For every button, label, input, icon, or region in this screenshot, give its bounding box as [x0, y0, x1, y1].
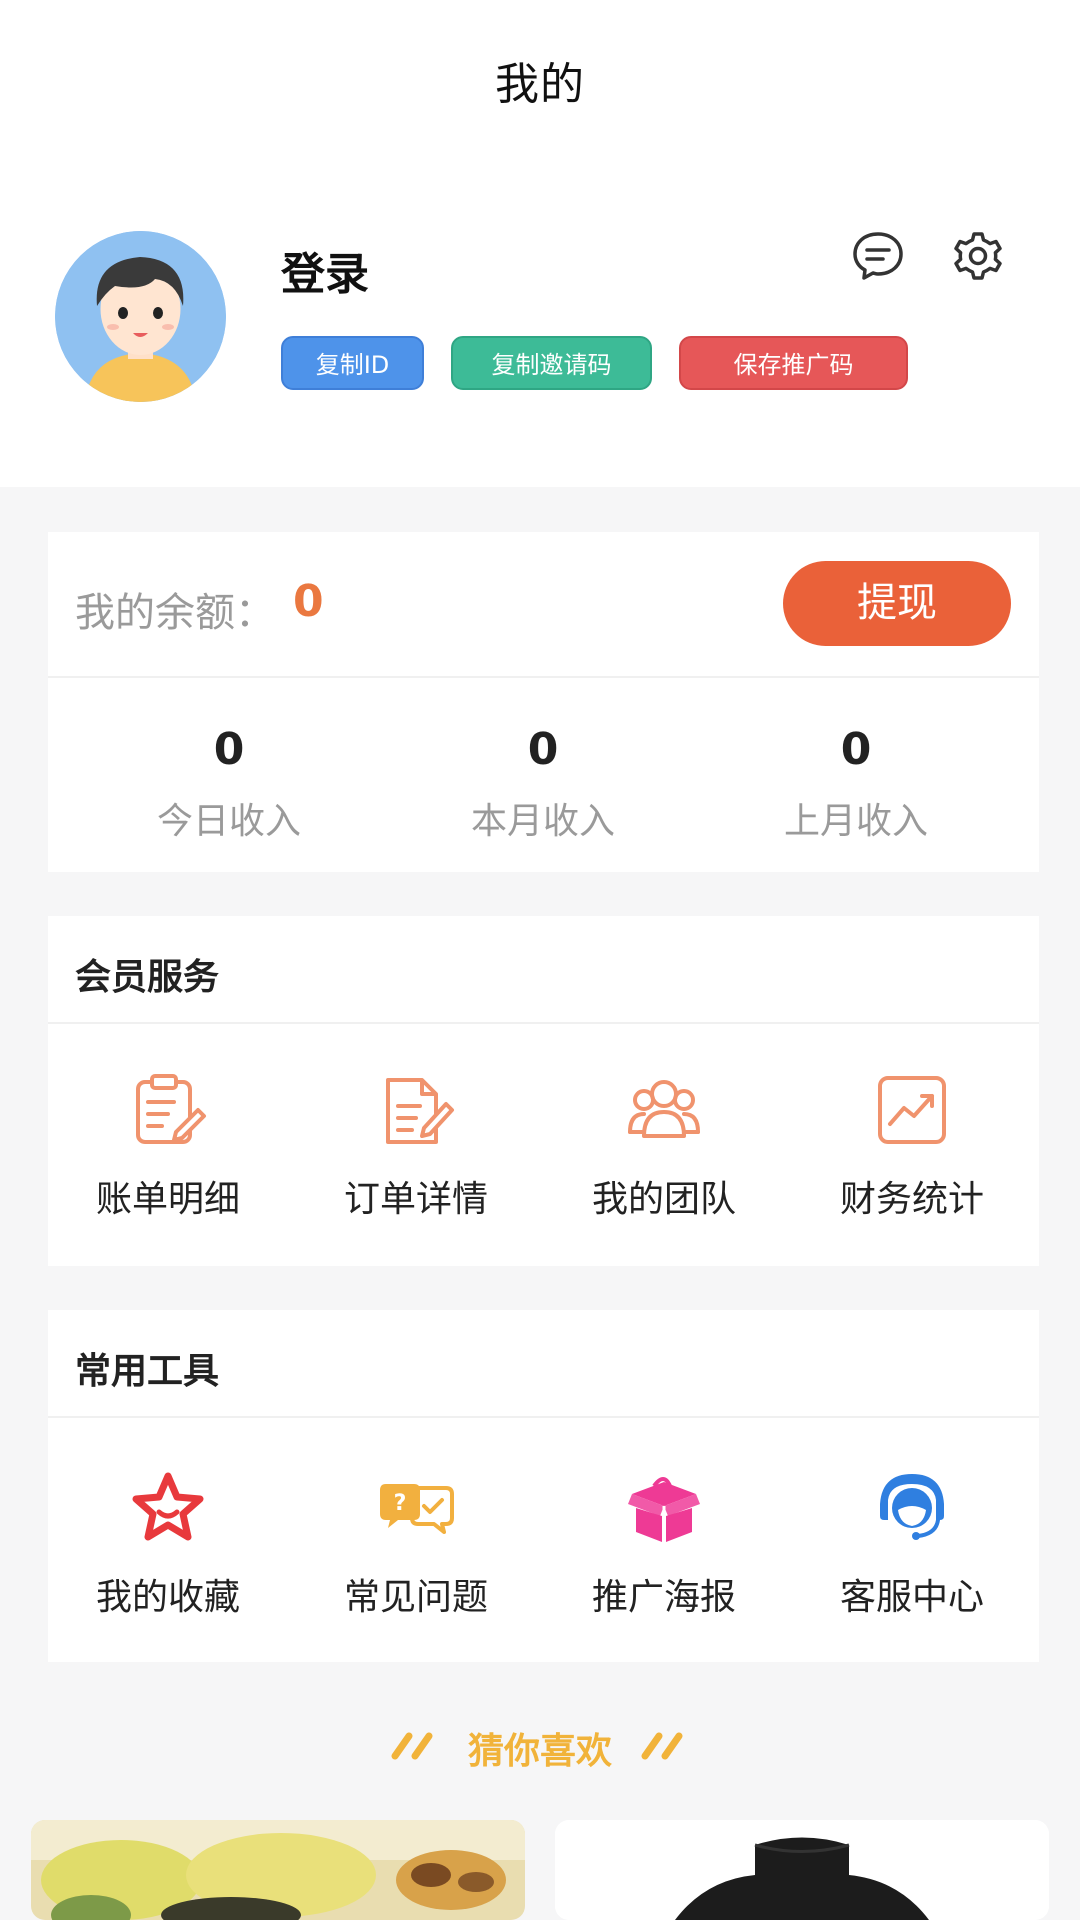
item-label: 财务统计: [839, 1179, 984, 1220]
stat-value: 0: [213, 724, 245, 775]
avatar-illustration: [55, 231, 226, 402]
divider: [48, 1416, 1039, 1418]
faq-icon: ?: [376, 1468, 456, 1548]
copy-id-button[interactable]: 复制ID: [281, 336, 424, 390]
chart-icon: [872, 1070, 952, 1150]
avatar[interactable]: [55, 231, 226, 402]
item-label: 我的团队: [591, 1179, 736, 1220]
item-label: 订单详情: [343, 1179, 488, 1220]
item-label: 客服中心: [839, 1577, 984, 1618]
profile-header: 我的 登录 复制ID 复制邀请码 保存推广码: [0, 0, 1080, 487]
divider: [48, 676, 1039, 678]
item-label: 常见问题: [343, 1577, 488, 1618]
headset-icon: [872, 1468, 952, 1548]
balance-value: 0: [293, 576, 324, 627]
slash-decoration-icon: [389, 1728, 441, 1769]
svg-text:?: ?: [394, 1491, 407, 1516]
slash-decoration-icon: [639, 1728, 691, 1769]
item-label: 推广海报: [591, 1577, 736, 1618]
order-icon: [376, 1070, 456, 1150]
stat-label: 上月收入: [783, 801, 928, 842]
balance-label: 我的余额：: [75, 590, 275, 636]
product-card-image[interactable]: [555, 1820, 1049, 1920]
food-drinks-photo: [31, 1820, 525, 1920]
recommend-heading: 猜你喜欢: [0, 1722, 1080, 1774]
order-details-item[interactable]: 订单详情: [301, 1070, 531, 1222]
finance-stats-item[interactable]: 财务统计: [797, 1070, 1027, 1222]
my-favorites-item[interactable]: 我的收藏: [53, 1468, 283, 1620]
bill-icon: [128, 1070, 208, 1150]
page-title: 我的: [495, 59, 585, 110]
faq-item[interactable]: ? 常见问题: [301, 1468, 531, 1620]
stat-last-month[interactable]: 0 上月收入: [756, 720, 956, 844]
recommend-title: 猜你喜欢: [467, 1731, 612, 1772]
settings-gear-icon[interactable]: [950, 228, 1006, 284]
promo-poster-item[interactable]: 推广海报: [549, 1468, 779, 1620]
my-team-item[interactable]: 我的团队: [549, 1070, 779, 1222]
balance-card: 我的余额： 0 提现 0 今日收入 0 本月收入 0 上月收入: [48, 532, 1039, 872]
common-tools-card: 常用工具 我的收藏 ? 常见问题 推广海报 客服中心: [48, 1310, 1039, 1662]
withdraw-button[interactable]: 提现: [783, 561, 1011, 646]
black-sweater-photo: [555, 1820, 1049, 1920]
profile-page: 我的 登录 复制ID 复制邀请码 保存推广码 我的余额： 0 提现 0 今日收入…: [0, 0, 1080, 1920]
stat-value: 0: [840, 724, 872, 775]
item-label: 账单明细: [95, 1179, 240, 1220]
message-icon[interactable]: [850, 228, 906, 284]
customer-service-item[interactable]: 客服中心: [797, 1468, 1027, 1620]
star-icon: [128, 1468, 208, 1548]
divider: [48, 1022, 1039, 1024]
copy-invite-code-button[interactable]: 复制邀请码: [451, 336, 652, 390]
section-title: 会员服务: [75, 957, 220, 998]
stat-today[interactable]: 0 今日收入: [129, 720, 329, 844]
bill-details-item[interactable]: 账单明细: [53, 1070, 283, 1222]
stat-label: 今日收入: [156, 801, 301, 842]
login-link[interactable]: 登录: [281, 238, 369, 302]
gift-box-icon: [624, 1468, 704, 1548]
stat-this-month[interactable]: 0 本月收入: [443, 720, 643, 844]
item-label: 我的收藏: [95, 1577, 240, 1618]
stat-value: 0: [527, 724, 559, 775]
save-promo-code-button[interactable]: 保存推广码: [679, 336, 908, 390]
section-title: 常用工具: [75, 1351, 220, 1392]
team-icon: [624, 1070, 704, 1150]
stat-label: 本月收入: [470, 801, 615, 842]
member-services-card: 会员服务 账单明细 订单详情 我的团队 财务统计: [48, 916, 1039, 1266]
product-card-image[interactable]: [31, 1820, 525, 1920]
